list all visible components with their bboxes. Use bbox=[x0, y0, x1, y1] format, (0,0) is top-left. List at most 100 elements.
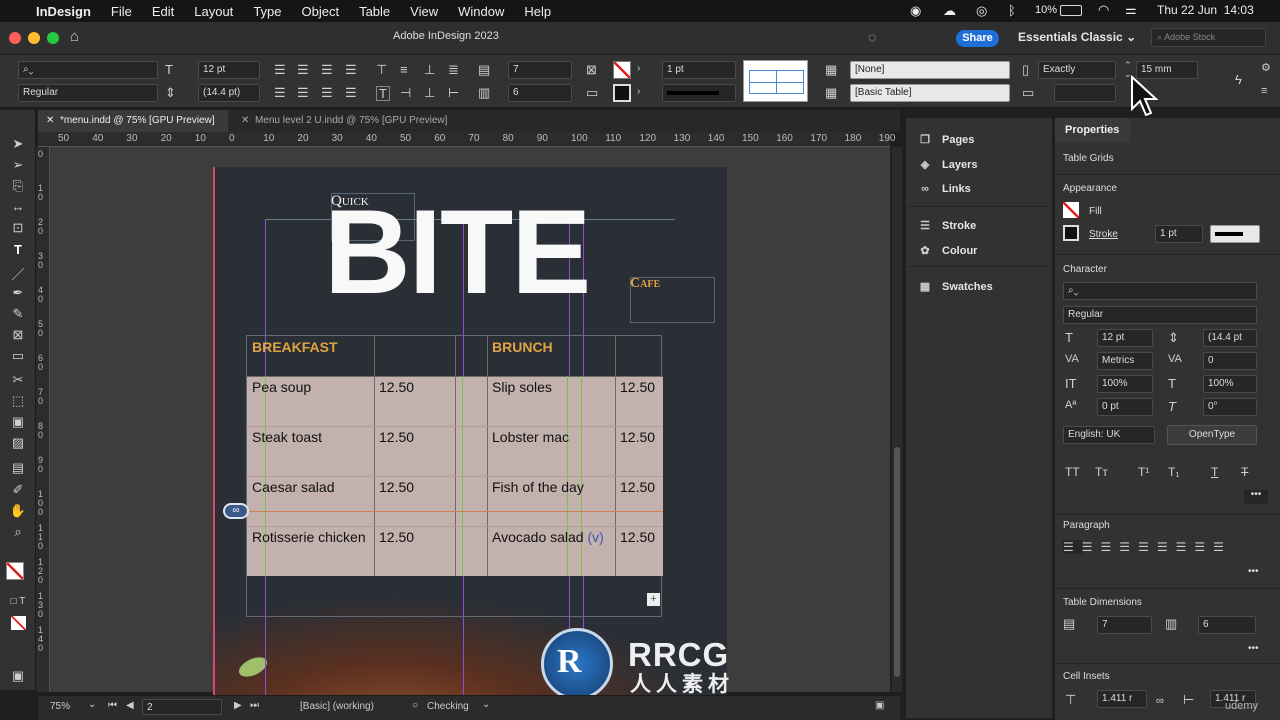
page-tool-icon[interactable]: ⎘ bbox=[9, 178, 27, 194]
cloud-icon[interactable]: ☁ bbox=[943, 3, 956, 19]
share-button[interactable]: Share bbox=[956, 30, 999, 47]
stroke-link[interactable]: Stroke bbox=[1089, 229, 1118, 240]
cell-inset-top-field[interactable]: 1.411 r bbox=[1097, 690, 1147, 708]
zoom-level[interactable]: 75% bbox=[50, 701, 70, 712]
content-collector-icon[interactable]: ⊡ bbox=[9, 220, 27, 236]
screen-mode-icon[interactable]: ▣ bbox=[9, 668, 27, 684]
gradient-swatch-tool-icon[interactable]: ▣ bbox=[9, 414, 27, 430]
selection-tool-icon[interactable]: ➤ bbox=[9, 136, 27, 152]
rotate-text-0-icon[interactable]: T bbox=[376, 86, 390, 101]
table-columns-field[interactable]: 6 bbox=[1198, 616, 1256, 634]
font-size-field[interactable]: 12 pt bbox=[1097, 329, 1153, 347]
opentype-button[interactable]: OpenType bbox=[1167, 425, 1257, 445]
horizontal-ruler[interactable]: 50 40 30 20 10 0 10 20 30 40 50 60 70 80 90 100 110 120 13… bbox=[38, 132, 895, 147]
menu-price[interactable]: 12.50 bbox=[379, 429, 414, 445]
formatting-container-icon[interactable]: □ T bbox=[9, 596, 27, 607]
menu-item[interactable]: Pea soup bbox=[252, 379, 311, 395]
stroke-weight-field[interactable]: 1 pt bbox=[662, 61, 736, 79]
panel-swatches[interactable]: ▦ Swatches bbox=[916, 280, 993, 294]
stroke-type-field[interactable] bbox=[662, 84, 736, 102]
tab-menu-level2[interactable]: ✕ Menu level 2 U.indd @ 75% [GPU Preview… bbox=[233, 110, 463, 132]
menu-price[interactable]: 12.50 bbox=[620, 379, 655, 395]
first-page-icon[interactable]: ⏮ bbox=[108, 700, 117, 711]
align-away-icon[interactable]: ☰ bbox=[1213, 540, 1232, 554]
scroll-thumb[interactable] bbox=[894, 447, 900, 677]
column-width-field[interactable] bbox=[1054, 84, 1116, 102]
menu-item[interactable]: Avocado salad (v) bbox=[492, 529, 604, 545]
adobe-stock-search[interactable]: ⌕ Adobe Stock bbox=[1151, 28, 1266, 47]
scissors-tool-icon[interactable]: ✂ bbox=[9, 372, 27, 388]
more-options-icon[interactable]: ••• bbox=[1248, 643, 1259, 654]
strikethrough-icon[interactable]: T bbox=[1241, 466, 1248, 478]
font-family-field[interactable]: ⌕⌄ bbox=[18, 61, 158, 79]
rectangle-frame-tool-icon[interactable]: ⊠ bbox=[9, 327, 27, 343]
align-middle-icon[interactable]: ≡ bbox=[400, 63, 408, 76]
zoom-window-button[interactable] bbox=[47, 32, 59, 44]
lightbulb-icon[interactable]: ◌ bbox=[868, 29, 876, 45]
rows-field[interactable]: 7 bbox=[508, 61, 572, 79]
menu-price[interactable]: 12.50 bbox=[620, 529, 655, 545]
stroke-swatch[interactable] bbox=[1063, 225, 1079, 241]
battery-icon[interactable] bbox=[1060, 5, 1082, 16]
chevron-right-icon[interactable]: › bbox=[637, 87, 640, 97]
layout-view-icon[interactable]: ▣ bbox=[875, 700, 884, 711]
apply-none-icon[interactable] bbox=[11, 616, 26, 630]
all-caps-icon[interactable]: TT bbox=[1065, 466, 1080, 478]
columns-field[interactable]: 6 bbox=[508, 84, 572, 102]
row-height-mode-dropdown[interactable]: Exactly bbox=[1038, 61, 1116, 79]
gradient-feather-tool-icon[interactable]: ▨ bbox=[9, 435, 27, 451]
align-left-icon[interactable]: ☰ bbox=[1063, 540, 1082, 554]
preflight-icon[interactable]: ○ bbox=[412, 700, 418, 711]
type-tool-icon[interactable]: T bbox=[9, 242, 27, 257]
bluetooth-icon[interactable]: ᛒ bbox=[1008, 3, 1016, 18]
justify-icon[interactable]: ☰ bbox=[1119, 540, 1138, 554]
control-center-icon[interactable]: ⚌ bbox=[1125, 2, 1137, 18]
tracking-field[interactable]: 0 bbox=[1203, 352, 1257, 370]
baseline-shift-field[interactable]: 0 pt bbox=[1097, 398, 1153, 416]
note-tool-icon[interactable]: ▤ bbox=[9, 460, 27, 476]
add-row-icon[interactable]: + bbox=[647, 593, 660, 606]
rotate-text-90-icon[interactable]: ⊣ bbox=[400, 86, 411, 99]
last-page-icon[interactable]: ⏭ bbox=[250, 700, 259, 711]
table-header-brunch[interactable]: BRUNCH bbox=[492, 339, 553, 355]
menu-item[interactable]: Steak toast bbox=[252, 429, 322, 445]
close-icon[interactable]: ✕ bbox=[241, 115, 249, 126]
merge-cells-icon[interactable]: ⊠ bbox=[586, 63, 597, 76]
align-left-icon[interactable]: ☰ bbox=[274, 63, 286, 76]
subscript-icon[interactable]: T₁ bbox=[1168, 466, 1179, 478]
small-caps-icon[interactable]: Tт bbox=[1095, 466, 1108, 478]
chevron-right-icon[interactable]: › bbox=[637, 64, 640, 74]
superscript-icon[interactable]: T¹ bbox=[1138, 466, 1149, 478]
menu-item[interactable]: Slip soles bbox=[492, 379, 552, 395]
table-rows-field[interactable]: 7 bbox=[1097, 616, 1152, 634]
align-right-icon[interactable]: ☰ bbox=[321, 63, 333, 76]
panel-layers[interactable]: ◈ Layers bbox=[916, 158, 978, 172]
justify-right-icon[interactable]: ☰ bbox=[1157, 540, 1176, 554]
font-family-field[interactable]: ⌕⌄ bbox=[1063, 282, 1257, 300]
tab-menu-indd[interactable]: ✕ *menu.indd @ 75% [GPU Preview] bbox=[38, 110, 228, 132]
menu-item[interactable]: Lobster mac bbox=[492, 429, 569, 445]
pencil-tool-icon[interactable]: ✎ bbox=[9, 306, 27, 322]
link-icon[interactable]: ∞ bbox=[223, 503, 249, 519]
justify-all-icon[interactable]: ☰ bbox=[1176, 540, 1195, 554]
link-insets-icon[interactable]: ∞ bbox=[1156, 696, 1164, 707]
wifi-icon[interactable]: ◠ bbox=[1098, 2, 1109, 18]
menu-item[interactable]: Fish of the day bbox=[492, 479, 584, 495]
more-options-icon[interactable]: ••• bbox=[1248, 566, 1259, 577]
home-icon[interactable]: ⌂ bbox=[70, 28, 79, 45]
hand-tool-icon[interactable]: ✋ bbox=[9, 503, 27, 519]
vertical-scale-field[interactable]: 100% bbox=[1097, 375, 1153, 393]
skew-field[interactable]: 0° bbox=[1203, 398, 1257, 416]
close-window-button[interactable] bbox=[9, 32, 21, 44]
vertical-ruler[interactable]: 0 1 0 2 0 3 0 4 0 5 0 6 0 7 0 8 0 9 0 1 0 0 1 1 0 1 … bbox=[36, 147, 50, 692]
justify-icon[interactable]: ☰ bbox=[345, 63, 357, 76]
page-number-field[interactable]: 2 bbox=[142, 699, 222, 715]
gap-tool-icon[interactable]: ↔ bbox=[9, 199, 27, 214]
rectangle-tool-icon[interactable]: ▭ bbox=[9, 348, 27, 364]
font-style-field[interactable]: Regular bbox=[1063, 306, 1257, 324]
app-menu[interactable]: InDesign bbox=[36, 4, 91, 19]
justify-vertical-icon[interactable]: ≣ bbox=[448, 63, 459, 76]
fill-swatch[interactable] bbox=[1063, 202, 1079, 218]
cafe-label[interactable]: Cafe bbox=[630, 276, 660, 292]
rotate-text-270-icon[interactable]: ⊢ bbox=[448, 86, 459, 99]
